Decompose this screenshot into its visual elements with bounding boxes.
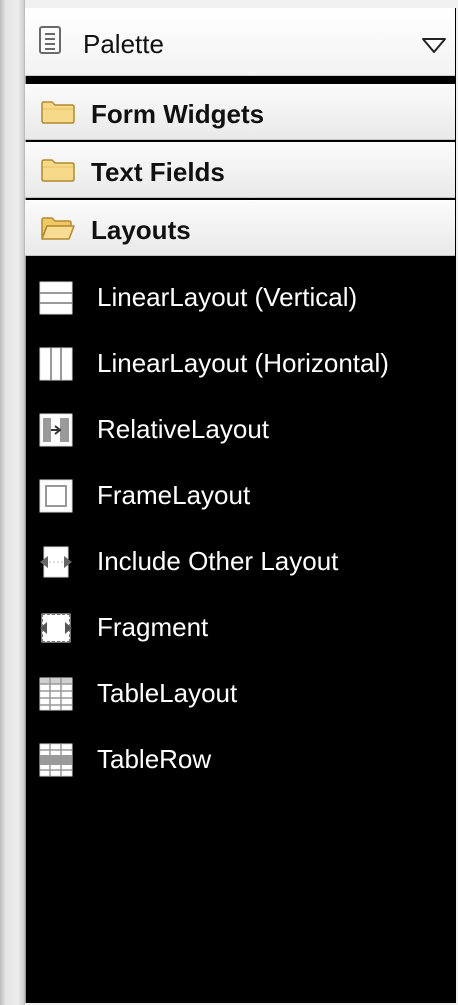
linear-layout-horizontal-icon [39,347,73,381]
palette-item-include-other-layout[interactable]: Include Other Layout [25,532,455,592]
frame-layout-icon [39,479,73,513]
fragment-icon [40,613,72,643]
drawer-label: Layouts [91,215,191,245]
folder-closed-icon [41,159,75,182]
palette-item-linear-layout-horizontal[interactable]: LinearLayout (Horizontal) [25,334,455,394]
include-layout-icon [40,546,72,578]
item-label: LinearLayout (Horizontal) [97,348,389,378]
drawer-text-fields[interactable]: Text Fields [25,142,455,198]
drawer-layouts[interactable]: Layouts [25,200,455,256]
palette-icon [39,26,61,54]
view-menu-chevron-down-icon[interactable] [421,36,447,54]
item-label: Fragment [97,612,209,642]
window-edge [0,0,25,1005]
palette-item-frame-layout[interactable]: FrameLayout [25,466,455,526]
table-layout-icon [39,677,73,711]
palette-item-relative-layout[interactable]: RelativeLayout [25,400,455,460]
palette-header: Palette [25,8,455,76]
relative-layout-icon [39,413,73,447]
palette-item-fragment[interactable]: Fragment [25,598,455,658]
item-label: FrameLayout [97,480,251,510]
item-label: Include Other Layout [97,546,339,576]
item-label: TableLayout [97,678,238,708]
palette-item-table-row[interactable]: TableRow [25,730,455,790]
palette-title: Palette [83,29,164,59]
item-label: TableRow [97,744,212,774]
drawer-form-widgets[interactable]: Form Widgets [25,84,455,140]
folder-closed-icon [41,101,75,124]
drawer-label: Form Widgets [91,99,265,129]
table-row-icon [39,743,73,777]
drawer-label: Text Fields [91,157,225,187]
palette-item-linear-layout-vertical[interactable]: LinearLayout (Vertical) [25,268,455,328]
item-label: LinearLayout (Vertical) [97,282,358,312]
item-label: RelativeLayout [97,414,269,444]
folder-open-icon [41,217,75,240]
linear-layout-vertical-icon [39,281,73,315]
palette-item-table-layout[interactable]: TableLayout [25,664,455,724]
